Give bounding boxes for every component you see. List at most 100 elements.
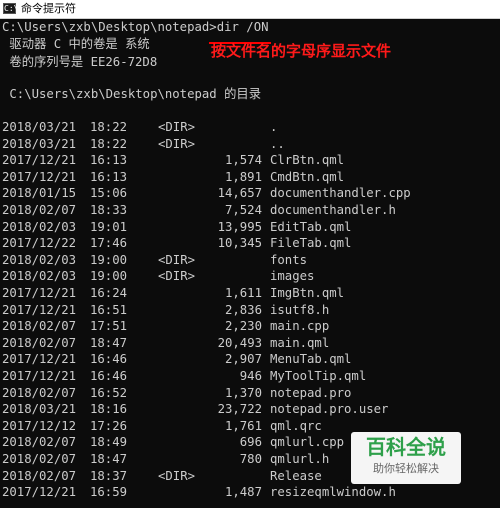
listing-dir-flag: <DIR> — [158, 468, 196, 483]
listing-dir-flag: <DIR> — [158, 136, 196, 151]
listing-row: 2018/02/07 16:52 1,370 notepad.pro — [0, 385, 500, 402]
listing-name: main.cpp — [270, 319, 330, 334]
listing-time: 18:37 — [90, 468, 128, 483]
listing-dir-flag: <DIR> — [158, 252, 196, 267]
listing-row: 2017/12/22 17:46 10,345 FileTab.qml — [0, 235, 500, 252]
listing-time: 16:13 — [90, 169, 128, 184]
listing-row: 2017/12/21 16:46 946 MyToolTip.qml — [0, 368, 500, 385]
listing-time: 17:51 — [90, 319, 128, 334]
listing-date: 2018/02/03 — [2, 219, 77, 234]
serial-line: 卷的序列号是 EE26-72D8 — [2, 55, 158, 69]
listing-date: 2018/02/07 — [2, 335, 77, 350]
listing-date: 2018/02/07 — [2, 452, 77, 466]
listing-size: 20,493 — [217, 335, 262, 350]
listing-time: 18:22 — [90, 136, 128, 151]
listing-row: 2018/03/21 18:22 <DIR>. — [0, 119, 500, 136]
directory-header: C:\Users\zxb\Desktop\notepad 的目录 — [2, 87, 261, 101]
listing-size: 14,657 — [217, 186, 262, 201]
listing-time: 19:00 — [90, 269, 128, 284]
listing-size: 2,836 — [224, 302, 262, 317]
listing-name: documenthandler.h — [270, 203, 396, 217]
listing-date: 2017/12/21 — [2, 302, 77, 317]
listing-name: . — [270, 120, 278, 134]
listing-row: 2018/02/03 19:01 13,995 EditTab.qml — [0, 219, 500, 236]
listing-size: 1,487 — [224, 485, 262, 500]
watermark-subtitle: 助你轻松解决 — [373, 462, 439, 475]
listing-name: EditTab.qml — [270, 219, 352, 234]
listing-size: 1,574 — [224, 153, 262, 168]
listing-time: 16:24 — [90, 286, 128, 300]
listing-time: 16:13 — [90, 153, 128, 168]
listing-row: 2017/12/21 16:13 1,574 ClrBtn.qml — [0, 152, 500, 169]
listing-date: 2017/12/22 — [2, 236, 77, 251]
watermark-logo: 百科全说 助你轻松解决 — [351, 432, 461, 484]
listing-name: qmlurl.cpp — [270, 435, 345, 450]
listing-size: 1,891 — [224, 169, 262, 184]
listing-date: 2018/02/07 — [2, 468, 77, 483]
listing-name: Release — [270, 468, 322, 483]
listing-time: 18:47 — [90, 335, 128, 350]
listing-date: 2018/02/03 — [2, 252, 77, 267]
listing-date: 2018/02/07 — [2, 319, 77, 334]
listing-name: qmlurl.h — [270, 452, 330, 466]
listing-row: 2018/02/03 19:00 <DIR> fonts — [0, 252, 500, 269]
listing-size: 1,611 — [224, 286, 262, 300]
listing-dir-flag: <DIR> — [158, 120, 196, 134]
listing-time: 17:26 — [90, 418, 128, 433]
listing-time: 15:06 — [90, 186, 128, 201]
listing-name: MyToolTip.qml — [270, 369, 367, 383]
listing-time: 16:59 — [90, 485, 128, 500]
listing-date: 2018/02/03 — [2, 269, 77, 284]
listing-date: 2018/02/07 — [2, 203, 77, 217]
listing-time: 16:51 — [90, 302, 128, 317]
listing-name: notepad.pro.user — [270, 402, 389, 417]
listing-dir-flag: <DIR> — [158, 269, 196, 284]
listing-row: 2017/12/21 16:46 2,907 MenuTab.qml — [0, 351, 500, 368]
listing-row: 2018/02/07 17:51 2,230 main.cpp — [0, 318, 500, 335]
listing-date: 2017/12/21 — [2, 369, 77, 383]
listing-size: 696 — [239, 435, 262, 450]
listing-size: 946 — [239, 369, 262, 383]
title-bar[interactable]: C:\ 命令提示符 — [0, 0, 500, 19]
listing-row: 2018/03/21 18:22 <DIR>.. — [0, 136, 500, 153]
listing-name: images — [270, 269, 315, 284]
listing-time: 18:16 — [90, 402, 128, 417]
listing-size: 13,995 — [217, 219, 262, 234]
listing-size: 7,524 — [224, 203, 262, 217]
listing-date: 2017/12/21 — [2, 286, 77, 300]
listing-row: 2017/12/21 16:13 1,891 CmdBtn.qml — [0, 169, 500, 186]
listing-row: 2018/02/03 19:00 <DIR> images — [0, 268, 500, 285]
listing-row: 2017/12/21 16:59 1,487 resizeqmlwindow.h — [0, 484, 500, 501]
annotation-text: 按文件名的字母序显示文件 — [211, 42, 392, 60]
listing-name: documenthandler.cpp — [270, 186, 411, 201]
listing-date: 2017/12/12 — [2, 418, 77, 433]
listing-time: 16:46 — [90, 352, 128, 367]
listing-name: qml.qrc — [270, 418, 322, 433]
listing-time: 17:46 — [90, 236, 128, 251]
listing-row: 2018/02/07 18:33 7,524 documenthandler.h — [0, 202, 500, 219]
window-title: 命令提示符 — [21, 2, 76, 15]
listing-name: ImgBtn.qml — [270, 286, 345, 300]
listing-time: 16:52 — [90, 385, 128, 400]
listing-date: 2018/02/07 — [2, 385, 77, 400]
listing-size: 2,230 — [224, 319, 262, 334]
listing-row: 2018/03/21 18:16 23,722 notepad.pro.user — [0, 401, 500, 418]
listing-time: 19:00 — [90, 252, 128, 267]
listing-size: 2,907 — [224, 352, 262, 367]
listing-date: 2018/02/07 — [2, 435, 77, 450]
listing-date: 2017/12/21 — [2, 169, 77, 184]
listing-size: 10,345 — [217, 236, 262, 251]
listing-name: notepad.pro — [270, 385, 352, 400]
listing-name: ClrBtn.qml — [270, 153, 345, 168]
listing-date: 2017/12/21 — [2, 153, 77, 168]
listing-time: 16:46 — [90, 369, 128, 383]
listing-size: 1,761 — [224, 418, 262, 433]
listing-date: 2018/03/21 — [2, 402, 77, 417]
listing-size: 1,370 — [224, 385, 262, 400]
volume-line: 驱动器 C 中的卷是 系统 — [2, 37, 150, 51]
listing-name: CmdBtn.qml — [270, 169, 345, 184]
listing-date: 2018/03/21 — [2, 136, 77, 151]
listing-time: 18:33 — [90, 203, 128, 217]
listing-date: 2018/01/15 — [2, 186, 77, 201]
listing-date: 2018/03/21 — [2, 120, 77, 134]
